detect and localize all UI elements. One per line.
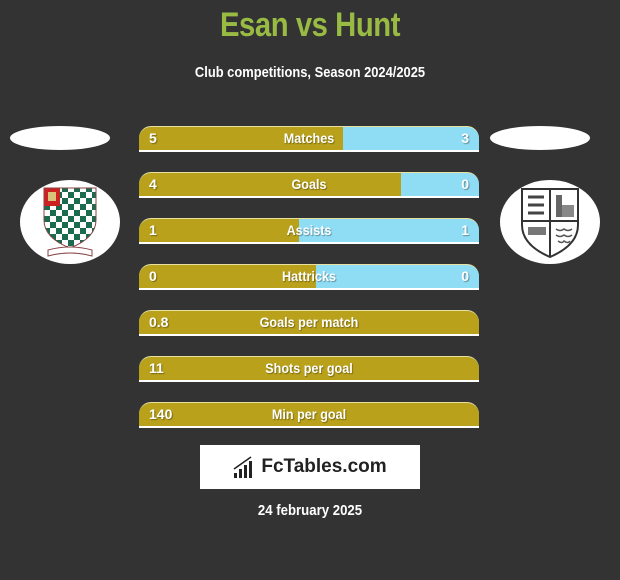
- brand-name: FcTables.com: [261, 456, 387, 477]
- away-team-name-placeholder: [490, 126, 590, 150]
- bar-chart-icon: [233, 456, 253, 478]
- quartered-shield-crest-icon: [521, 188, 579, 259]
- stat-label: Matches: [283, 130, 335, 146]
- home-value: 4: [149, 176, 157, 192]
- stat-row-assists: Assists 1 1: [139, 218, 479, 244]
- away-value: 0: [461, 176, 469, 192]
- stat-row-min-per-goal: Min per goal 140: [139, 402, 479, 428]
- home-value: 1: [149, 222, 157, 238]
- stat-row-goals-per-match: Goals per match 0.8: [139, 310, 479, 336]
- home-value: 0: [149, 268, 157, 284]
- away-team-badge[interactable]: [500, 180, 600, 264]
- stat-label: Shots per goal: [265, 360, 353, 376]
- away-value: 1: [461, 222, 469, 238]
- stat-label: Min per goal: [271, 406, 347, 422]
- stat-row-hattricks: Hattricks 0 0: [139, 264, 479, 290]
- home-team-badge[interactable]: [20, 180, 120, 264]
- home-team-name-placeholder: [10, 126, 110, 150]
- stat-row-shots-per-goal: Shots per goal 11: [139, 356, 479, 382]
- stat-row-goals: Goals 4 0: [139, 172, 479, 198]
- checkered-shield-crest-icon: [43, 187, 97, 257]
- page-title: Esan vs Hunt: [219, 6, 401, 44]
- stat-label: Goals per match: [259, 314, 359, 330]
- away-value: 3: [461, 130, 469, 146]
- match-date: 24 february 2025: [257, 502, 363, 519]
- stat-label: Goals: [291, 176, 327, 192]
- competition-subtitle: Club competitions, Season 2024/2025: [194, 64, 426, 81]
- fctables-logo[interactable]: FcTables.com: [200, 445, 420, 489]
- home-value: 0.8: [149, 314, 169, 330]
- home-value: 140: [149, 406, 173, 422]
- home-value: 11: [149, 360, 164, 376]
- stat-label: Assists: [286, 222, 332, 238]
- stat-row-matches: Matches 5 3: [139, 126, 479, 152]
- stat-label: Hattricks: [282, 268, 336, 284]
- away-value: 0: [461, 268, 469, 284]
- home-value: 5: [149, 130, 157, 146]
